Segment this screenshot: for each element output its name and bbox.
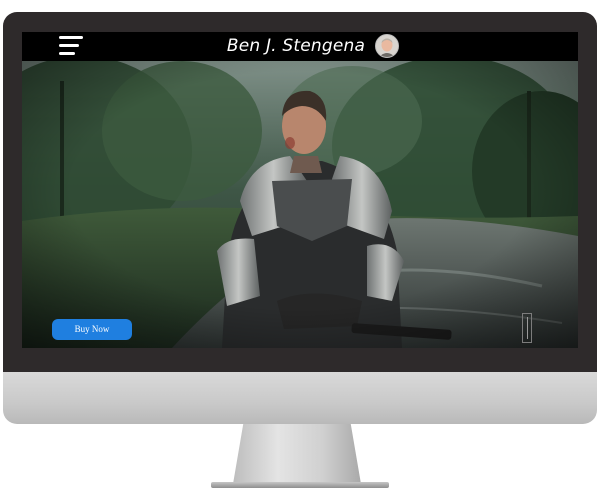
monitor-bezel: Ben J. Stengena Buy Now bbox=[3, 12, 597, 372]
avatar-face-icon bbox=[376, 35, 398, 57]
monitor-chin bbox=[3, 372, 597, 424]
monitor-stand-neck bbox=[233, 424, 361, 484]
site-title: Ben J. Stengena bbox=[22, 35, 578, 57]
scroll-indicator-icon[interactable] bbox=[522, 313, 532, 343]
knight-photo bbox=[22, 61, 578, 348]
monitor-stand-foot bbox=[211, 482, 389, 488]
site-header: Ben J. Stengena bbox=[22, 32, 578, 61]
imac-monitor: Ben J. Stengena Buy Now bbox=[3, 12, 597, 424]
buy-now-button[interactable]: Buy Now bbox=[52, 319, 132, 340]
profile-avatar[interactable] bbox=[375, 34, 399, 58]
hero-image bbox=[22, 61, 578, 348]
site-title-text: Ben J. Stengena bbox=[226, 36, 366, 56]
monitor-screen: Ben J. Stengena Buy Now bbox=[22, 32, 578, 348]
